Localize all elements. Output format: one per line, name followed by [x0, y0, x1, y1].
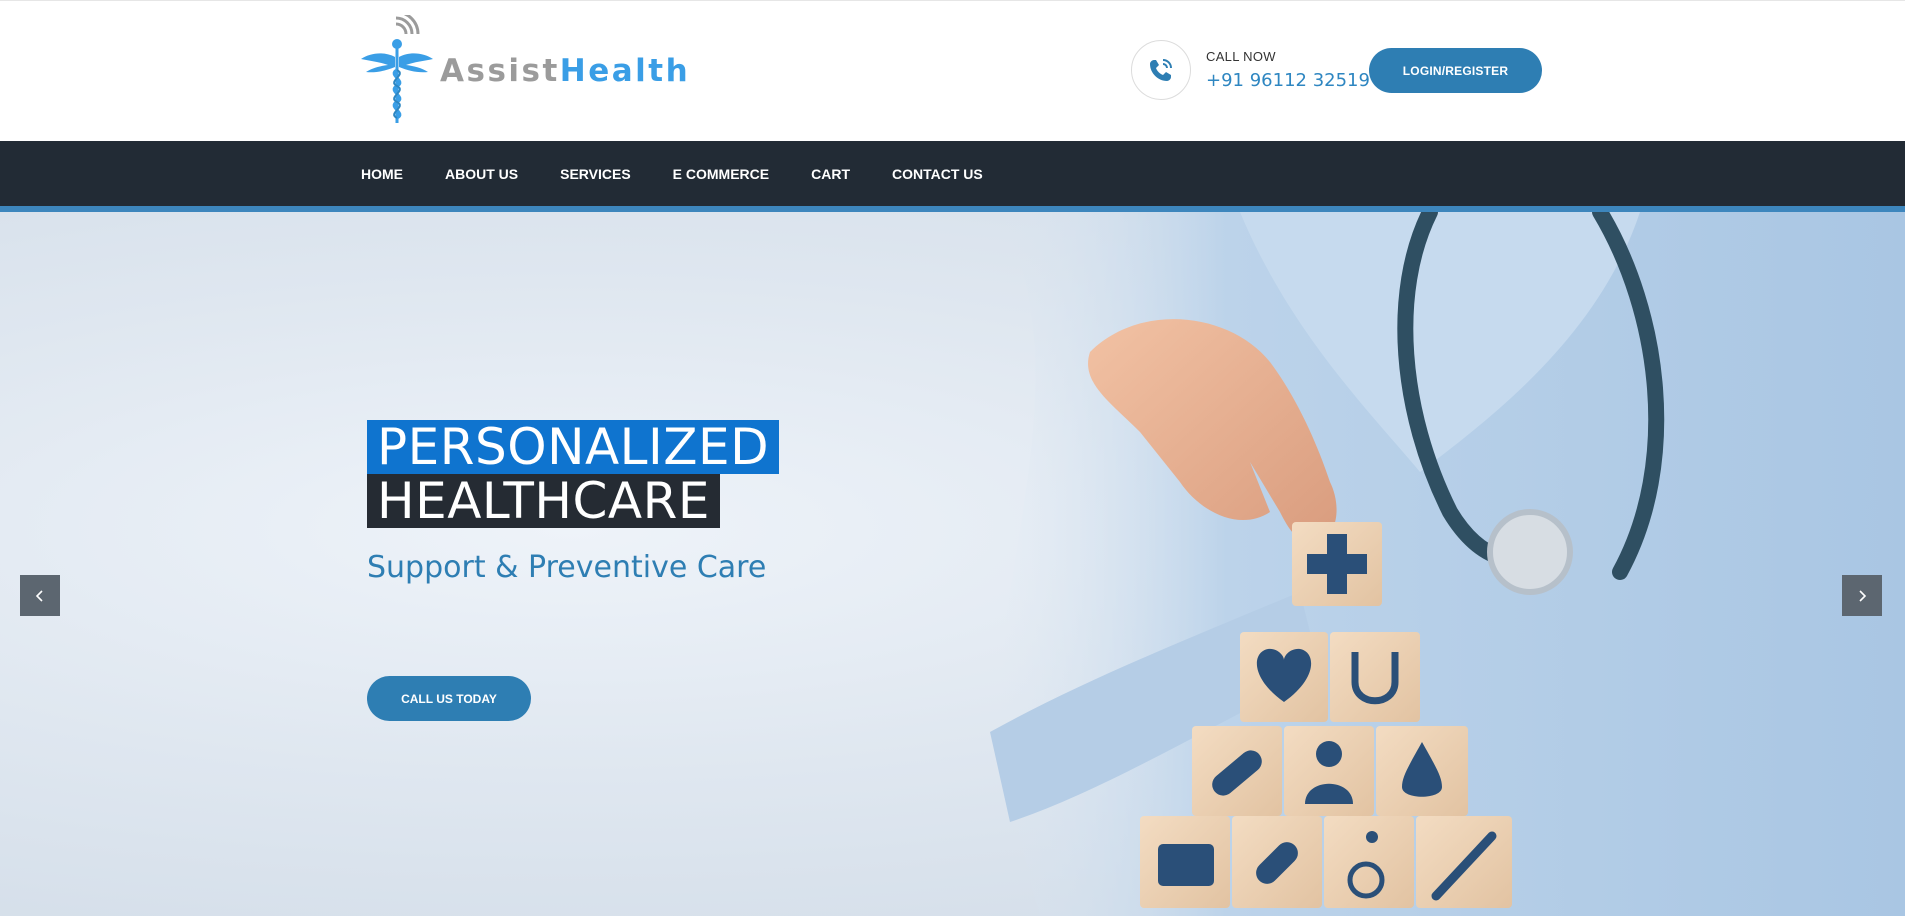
slider-next-button[interactable] [1842, 575, 1882, 616]
call-now-text: CALL NOW +91 96112 32519 [1206, 49, 1370, 91]
phone-icon [1150, 59, 1172, 81]
call-now-label: CALL NOW [1206, 49, 1276, 64]
site-header: AssistHealth CALL NOW +91 96112 32519 LO… [0, 0, 1905, 141]
chevron-right-icon [1859, 589, 1867, 602]
call-us-today-button[interactable]: CALL US TODAY [367, 676, 531, 721]
site-logo[interactable]: AssistHealth [360, 15, 690, 127]
main-nav: HOME ABOUT US SERVICES E COMMERCE CART C… [0, 141, 1905, 206]
call-now-block: CALL NOW +91 96112 32519 [1131, 40, 1370, 100]
login-register-button[interactable]: LOGIN/REGISTER [1369, 48, 1542, 93]
nav-item-services[interactable]: SERVICES [560, 166, 631, 182]
hero-title-line-1: PERSONALIZED [367, 420, 780, 474]
nav-item-contact-us[interactable]: CONTACT US [892, 166, 983, 182]
slider-prev-button[interactable] [20, 575, 60, 616]
nav-item-home[interactable]: HOME [361, 166, 403, 182]
hero-subtitle: Support & Preventive Care [367, 550, 767, 585]
hero-slider: PERSONALIZED HEALTHCARE Support & Preven… [0, 212, 1905, 916]
hero-doctor-blocks-image [990, 212, 1905, 916]
logo-text-assist: Assist [440, 53, 560, 89]
phone-number[interactable]: +91 96112 32519 [1206, 70, 1370, 91]
logo-text-health: Health [559, 53, 691, 89]
nav-list: HOME ABOUT US SERVICES E COMMERCE CART C… [361, 141, 1025, 206]
hero-title-line-2: HEALTHCARE [367, 474, 720, 528]
nav-item-about-us[interactable]: ABOUT US [445, 166, 518, 182]
phone-icon-circle [1131, 40, 1191, 100]
caduceus-logo-icon [361, 15, 433, 123]
logo-wordmark: AssistHealth [440, 53, 690, 89]
nav-item-cart[interactable]: CART [811, 166, 850, 182]
nav-item-e-commerce[interactable]: E COMMERCE [673, 166, 769, 182]
chevron-left-icon [35, 589, 43, 602]
